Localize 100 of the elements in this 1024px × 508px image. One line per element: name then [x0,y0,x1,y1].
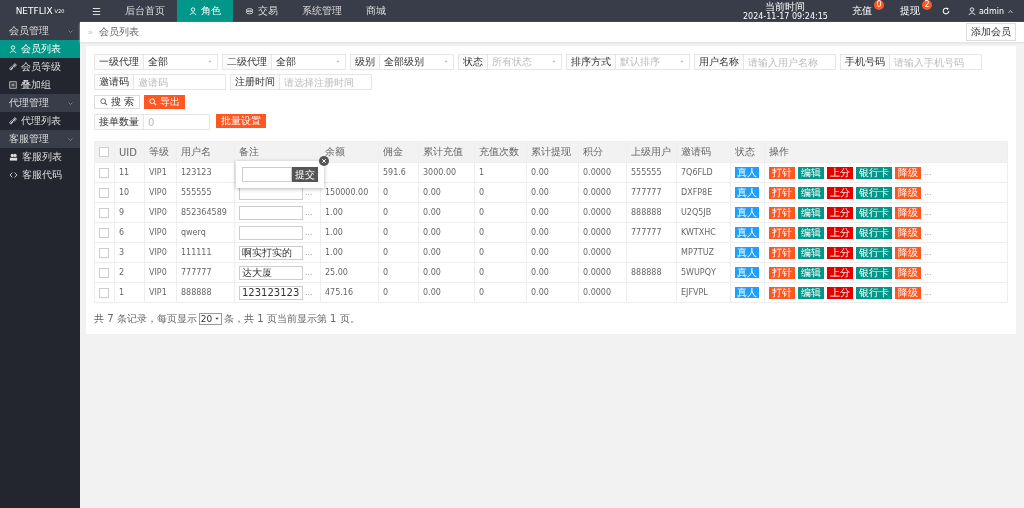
sidebar-item[interactable]: 客服列表 [0,148,80,166]
close-icon[interactable] [319,156,329,166]
remark-field[interactable] [239,225,303,240]
top-link[interactable]: 提现 2 [885,0,934,22]
more-text[interactable]: ... [924,168,932,177]
action-button[interactable]: 上分 [827,186,853,199]
search-button[interactable]: 搜 索 [94,95,141,109]
checkbox[interactable] [99,267,109,278]
action-button[interactable]: 编辑 [798,246,824,259]
action-button[interactable]: 银行卡 [856,246,892,259]
top-link[interactable]: 充值 0 [837,0,886,22]
action-button[interactable]: 上分 [827,206,853,219]
checkbox[interactable] [99,227,109,238]
more-text[interactable]: ... [924,268,932,277]
user-menu[interactable]: admin [957,0,1024,22]
input-field[interactable]: 请输入手机号码 [890,54,982,70]
money-icon [244,7,254,15]
nav-tab[interactable]: 角色 [176,0,233,22]
nav-tab[interactable]: 商城 [353,0,398,22]
submit-button[interactable]: 提交 [292,167,318,182]
export-button[interactable]: 导出 [144,95,186,109]
select-field[interactable]: 全部 [144,54,218,70]
action-button[interactable]: 上分 [827,166,853,179]
select-field[interactable]: 全部级别 [380,54,454,70]
checkbox[interactable] [99,167,109,178]
sidebar-item[interactable]: 叠加组 [0,76,80,94]
remark-field[interactable]: 达大厦 [239,265,303,280]
table-cell: 0.00 [418,202,475,223]
table-cell: 0.00 [526,242,579,263]
more-text[interactable]: ... [924,228,932,237]
sidebar-item[interactable]: 客服代码 [0,166,80,184]
select-field[interactable]: 全部 [272,54,346,70]
action-button[interactable]: 编辑 [798,286,824,299]
table-cell: 0.00 [418,262,475,283]
action-button[interactable]: 编辑 [798,226,824,239]
link-icon [9,63,17,71]
more-text[interactable]: ... [924,188,932,197]
nav-tab[interactable]: 交易 [232,0,290,22]
nav-tab[interactable]: ☰ [80,0,113,22]
action-button[interactable]: 打针 [769,166,795,179]
action-button[interactable]: 上分 [827,226,853,239]
action-button[interactable]: 降级 [895,166,921,179]
more-text[interactable]: ... [924,248,932,257]
filter-label: 邀请码 [94,74,134,90]
page-size-select[interactable]: 20 [198,313,223,325]
action-button[interactable]: 降级 [895,286,921,299]
action-button[interactable]: 打针 [769,226,795,239]
refresh-icon[interactable] [941,7,950,15]
action-button[interactable]: 打针 [769,206,795,219]
table-cell: 11 [114,162,145,183]
input-field[interactable]: 请输入用户名称 [744,54,836,70]
nav-tab[interactable]: 系统管理 [289,0,354,22]
action-button[interactable]: 降级 [895,246,921,259]
sidebar-item[interactable]: 会员列表 [0,40,80,58]
checkbox[interactable] [99,187,109,198]
input-field[interactable]: 请选择注册时间 [280,74,372,90]
sidebar-item[interactable]: 会员等级 [0,58,80,76]
action-button[interactable]: 银行卡 [856,286,892,299]
action-button[interactable]: 打针 [769,186,795,199]
checkbox[interactable] [99,207,109,218]
input-field[interactable]: 邀请码 [134,74,226,90]
action-button[interactable]: 打针 [769,266,795,279]
action-button[interactable]: 打针 [769,286,795,299]
action-button[interactable]: 上分 [827,246,853,259]
action-button[interactable]: 银行卡 [856,226,892,239]
more-text[interactable]: ... [924,288,932,297]
action-button[interactable]: 银行卡 [856,206,892,219]
checkbox[interactable] [99,247,109,258]
batch-set-button[interactable]: 批量设置 [216,114,266,128]
select-field[interactable]: 所有状态 [488,54,562,70]
input-field[interactable] [242,167,292,182]
table-cell: KWTXHC [676,222,731,243]
action-button[interactable]: 降级 [895,226,921,239]
checkbox[interactable] [99,147,109,157]
action-button[interactable]: 编辑 [798,166,824,179]
action-button[interactable]: 编辑 [798,206,824,219]
action-button[interactable]: 降级 [895,206,921,219]
remark-field[interactable] [239,205,303,220]
action-button[interactable]: 上分 [827,286,853,299]
action-button[interactable]: 降级 [895,186,921,199]
nav-tab[interactable]: 后台首页 [112,0,177,22]
field-label: 接单数量 [94,114,144,130]
more-text[interactable]: ... [924,208,932,217]
action-button[interactable]: 编辑 [798,266,824,279]
sidebar-item[interactable]: 代理列表 [0,112,80,130]
table-cell: 0 [474,182,527,203]
action-button[interactable]: 银行卡 [856,266,892,279]
action-button[interactable]: 银行卡 [856,186,892,199]
remark-field[interactable]: 啊实打实的 [239,245,303,260]
action-button[interactable]: 降级 [895,266,921,279]
add-member-button[interactable]: 添加会员 [966,23,1016,41]
input-field[interactable]: 0 [144,114,210,130]
action-button[interactable]: 编辑 [798,186,824,199]
action-button[interactable]: 打针 [769,246,795,259]
checkbox[interactable] [99,287,109,298]
remark-field[interactable]: 123123123 [239,285,303,300]
table-cell: 888888 [626,202,677,223]
action-button[interactable]: 银行卡 [856,166,892,179]
action-button[interactable]: 上分 [827,266,853,279]
table-cell: 0.0000 [578,282,627,303]
